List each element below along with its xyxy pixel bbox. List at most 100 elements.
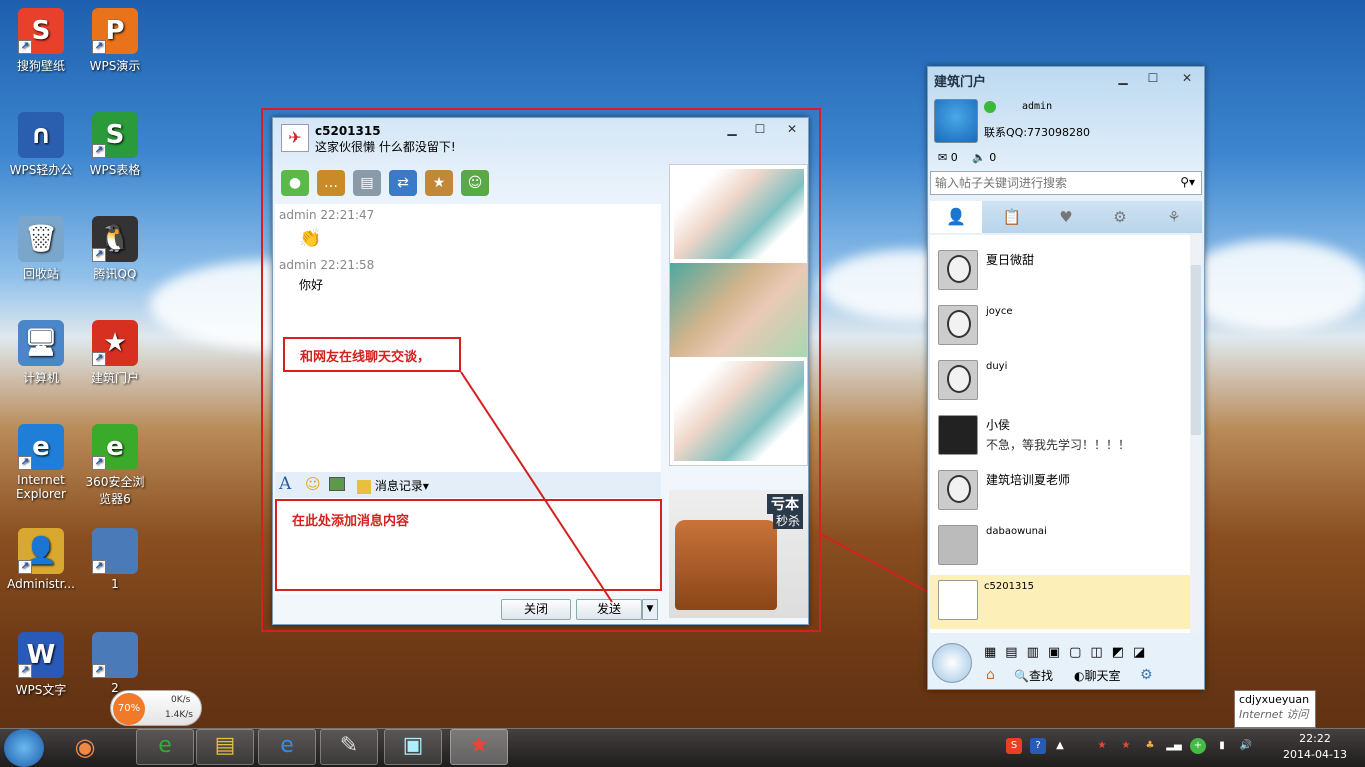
tray-app-icon[interactable]: ★ [1094, 738, 1110, 754]
tray-add-icon[interactable]: + [1190, 738, 1206, 754]
scroll-thumb[interactable] [1191, 265, 1201, 435]
icon-label: Administr... [7, 577, 75, 591]
online-status-icon[interactable] [984, 101, 996, 113]
tray-usb-icon[interactable]: ▮ [1214, 738, 1230, 754]
search-box[interactable]: ⚲▾ [930, 171, 1202, 195]
icon-label: 计算机 [22, 371, 59, 385]
desktop-icon[interactable]: e ↗ 360安全浏览器6 [80, 424, 150, 507]
tray-sogou-icon[interactable]: S [1006, 738, 1022, 754]
desktop-icon[interactable]: ∩ WPS轻办公 [6, 112, 76, 178]
user-name: admin [1022, 101, 1053, 112]
icon-label: WPS演示 [89, 59, 141, 73]
taskbar-photo[interactable]: ▣ [384, 729, 442, 765]
list-item[interactable]: 夏日微甜 [936, 245, 1192, 297]
icon-label: WPS表格 [89, 163, 141, 177]
app-icon: W ↗ [18, 632, 64, 678]
tab-tree[interactable]: ⚘ [1152, 201, 1196, 233]
tray-help-icon[interactable]: ? [1030, 738, 1046, 754]
panel-menu-button[interactable]: ▁ [1110, 69, 1136, 87]
shortcut-arrow-icon: ↗ [18, 40, 32, 54]
taskbar-explorer[interactable]: ▤ [196, 729, 254, 765]
search-input[interactable] [931, 172, 1161, 194]
taskbar-360[interactable]: e [136, 729, 194, 765]
desktop-icon[interactable]: P ↗ WPS演示 [80, 8, 150, 74]
upload-speed: 0K/s [171, 695, 191, 705]
tab-settings[interactable]: ⚙ [1098, 201, 1142, 233]
search-icon[interactable]: ⚲▾ [1180, 175, 1195, 189]
desktop-icon[interactable]: W ↗ WPS文字 [6, 632, 76, 698]
list-item-selected[interactable]: c5201315 [930, 575, 1190, 629]
panel-close-button[interactable]: ✕ [1174, 69, 1200, 87]
start-button[interactable] [4, 729, 44, 767]
shortcut-arrow-icon: ↗ [92, 664, 106, 678]
taskbar-jianzhu[interactable]: ★ [450, 729, 508, 765]
contact-name: duyi [986, 361, 1008, 372]
tooltip-line2: Internet 访问 [1239, 708, 1309, 721]
app-icon: S ↗ [18, 8, 64, 54]
app-bar: ▦▤▥▣▢◫◩◪ [984, 645, 1155, 660]
net-speed-widget[interactable]: 70% 0K/s 1.4K/s [110, 690, 202, 726]
tooltip-line1: cdjyxueyuan [1239, 693, 1310, 706]
app-icon: ★ ↗ [92, 320, 138, 366]
apps-button[interactable] [932, 643, 972, 683]
desktop-icon[interactable]: 🖥 计算机 [6, 320, 76, 386]
chatroom-button[interactable]: ◐聊天室 [1074, 667, 1121, 684]
home-icon[interactable]: ⌂ [986, 667, 995, 683]
desktop-icon[interactable]: ↗ 1 [80, 528, 150, 591]
app-icon: P ↗ [92, 8, 138, 54]
app-icon: 🖥 [18, 320, 64, 366]
taskbar-ie[interactable]: e [258, 729, 316, 765]
panel-settings-icon[interactable]: ⚙ [1140, 667, 1153, 683]
arrow-line [818, 532, 938, 598]
desktop-icon[interactable]: 👤 ↗ Administr... [6, 528, 76, 591]
chatroom-label: 聊天室 [1084, 669, 1121, 683]
app-icon: e ↗ [18, 424, 64, 470]
icon-label: WPS轻办公 [9, 163, 73, 177]
list-item[interactable]: 建筑培训夏老师 [936, 465, 1192, 517]
find-button[interactable]: 🔍查找 [1014, 667, 1053, 684]
tray-arrow-icon[interactable]: ▲ [1052, 738, 1068, 754]
tab-notes[interactable]: 📋 [990, 201, 1034, 233]
list-item[interactable]: dabaowunai [936, 520, 1192, 572]
app-icon: 🐧 ↗ [92, 216, 138, 262]
taskbar-pinned-1[interactable]: ◉ [60, 730, 110, 764]
desktop-icon[interactable]: S ↗ 搜狗壁纸 [6, 8, 76, 74]
avatar [938, 250, 978, 290]
contact-list: 夏日微甜 joyce duyi 小侯 不急，等我先学习！！！！ 建筑培训夏老师 d… [930, 235, 1202, 633]
tab-contacts[interactable]: 👤 [930, 201, 982, 233]
scrollbar[interactable] [1190, 235, 1202, 633]
contact-name: 建筑培训夏老师 [986, 473, 1071, 487]
desktop-icon[interactable]: S ↗ WPS表格 [80, 112, 150, 178]
desktop-icon[interactable]: 🐧 ↗ 腾讯QQ [80, 216, 150, 282]
list-item[interactable]: 小侯 不急，等我先学习！！！！ [936, 410, 1192, 462]
panel-minimize-button[interactable]: ☐ [1140, 69, 1166, 87]
list-item[interactable]: duyi [936, 355, 1192, 407]
tooltip: cdjyxueyuan Internet 访问 [1234, 690, 1316, 728]
avatar [938, 470, 978, 510]
desktop-icon[interactable]: ★ ↗ 建筑门户 [80, 320, 150, 386]
icon-label: 360安全浏览器6 [85, 475, 145, 506]
mail-count: 0 [950, 151, 958, 164]
tray-network-icon[interactable]: ▂▄ [1166, 738, 1182, 754]
taskbar-paint[interactable]: ✎ [320, 729, 378, 765]
tray-app-icon[interactable]: ★ [1118, 738, 1134, 754]
avatar [938, 415, 978, 455]
desktop-icon[interactable]: 🗑 回收站 [6, 216, 76, 282]
user-avatar[interactable] [934, 99, 978, 143]
app-icon: 🗑 [18, 216, 64, 262]
desktop-icon[interactable]: ↗ 2 [80, 632, 150, 695]
desktop-icon[interactable]: e ↗ Internet Explorer [6, 424, 76, 501]
tray-app-icon[interactable]: ♣ [1142, 738, 1158, 754]
sound-icon[interactable]: 🔈 0 [972, 151, 996, 164]
contact-name: dabaowunai [986, 526, 1047, 537]
shortcut-arrow-icon: ↗ [92, 352, 106, 366]
clock[interactable]: 22:22 2014-04-13 [1270, 731, 1360, 763]
shortcut-arrow-icon: ↗ [92, 40, 106, 54]
tab-favorites[interactable]: ♥ [1044, 201, 1088, 233]
tray-volume-icon[interactable]: 🔊 [1238, 738, 1254, 754]
contact-qq: 联系QQ:773098280 [984, 126, 1091, 139]
mail-icon[interactable]: ✉ 0 [938, 151, 958, 164]
list-item[interactable]: joyce [936, 300, 1192, 352]
avatar [938, 525, 978, 565]
shortcut-arrow-icon: ↗ [92, 248, 106, 262]
